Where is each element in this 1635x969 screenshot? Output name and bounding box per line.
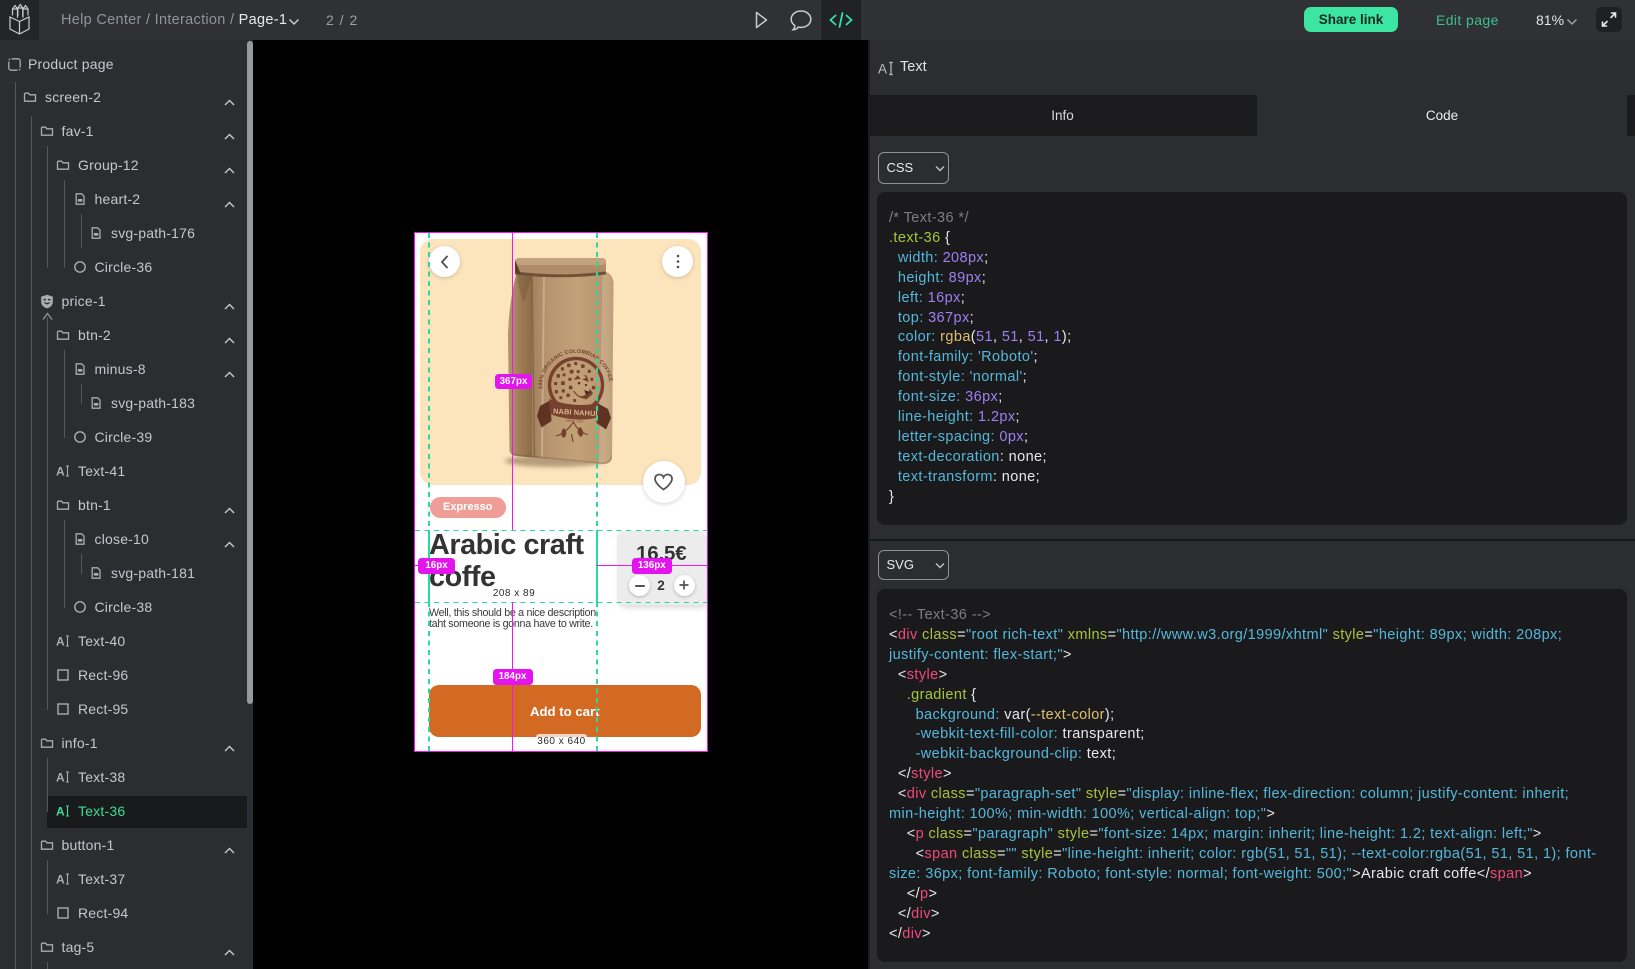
svg-text:A: A bbox=[878, 62, 887, 77]
svg-text:A: A bbox=[56, 873, 65, 887]
svg-text:A: A bbox=[56, 805, 65, 819]
svg-text:A: A bbox=[56, 771, 65, 785]
svg-text:A: A bbox=[56, 635, 65, 649]
svg-text:A: A bbox=[56, 465, 65, 479]
